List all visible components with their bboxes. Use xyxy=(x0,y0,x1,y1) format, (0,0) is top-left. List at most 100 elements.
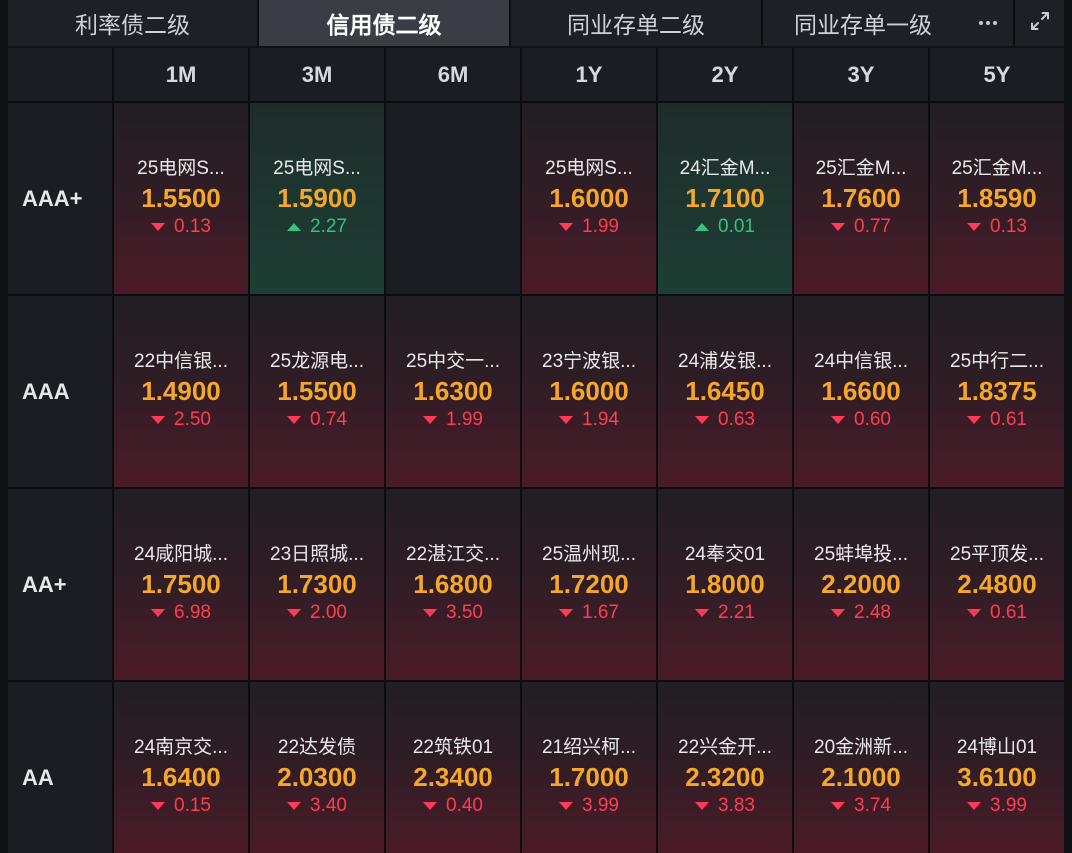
quote-cell[interactable]: 22兴金开... 2.3200 3.83 xyxy=(658,682,792,853)
down-triangle-icon xyxy=(967,802,981,810)
bond-yield: 1.8375 xyxy=(957,376,1037,406)
expand-button[interactable] xyxy=(1015,0,1064,46)
down-triangle-icon xyxy=(151,416,165,424)
bond-yield: 1.8000 xyxy=(685,569,765,599)
quote-cell[interactable]: 25汇金M... 1.7600 0.77 xyxy=(794,103,928,294)
down-triangle-icon xyxy=(423,609,437,617)
tab-label: 信用债二级 xyxy=(326,12,442,38)
tab-rate-bond-secondary[interactable]: 利率债二级 xyxy=(8,0,257,46)
bond-yield: 1.7500 xyxy=(141,569,221,599)
bond-yield: 2.0300 xyxy=(277,762,357,792)
bond-name: 24咸阳城... xyxy=(134,544,228,565)
bond-name: 24中信银... xyxy=(814,351,908,372)
rating-label: AA+ xyxy=(22,572,67,597)
bond-yield: 1.6000 xyxy=(549,376,629,406)
change-value: 3.74 xyxy=(854,795,891,816)
quote-cell[interactable]: 25平顶发... 2.4800 0.61 xyxy=(930,489,1064,680)
change-value: 3.83 xyxy=(718,795,755,816)
bond-yield: 3.6100 xyxy=(957,762,1037,792)
bond-yield: 1.6300 xyxy=(413,376,493,406)
quote-cell[interactable]: 25中交一... 1.6300 1.99 xyxy=(386,296,520,487)
change-value: 3.99 xyxy=(582,795,619,816)
bond-name: 23宁波银... xyxy=(542,351,636,372)
yield-change: 3.99 xyxy=(559,792,619,820)
bond-yield: 1.6800 xyxy=(413,569,493,599)
quote-cell[interactable]: 25汇金M... 1.8590 0.13 xyxy=(930,103,1064,294)
quote-cell[interactable]: 25龙源电... 1.5500 0.74 xyxy=(250,296,384,487)
bond-name: 25电网S... xyxy=(137,158,225,179)
quote-cell[interactable]: 24奉交01 1.8000 2.21 xyxy=(658,489,792,680)
bond-yield: 2.1000 xyxy=(821,762,901,792)
bond-yield: 1.6600 xyxy=(821,376,901,406)
quote-cell[interactable]: 25电网S... 1.5900 2.27 xyxy=(250,103,384,294)
down-triangle-icon xyxy=(967,609,981,617)
quote-cell[interactable]: 25电网S... 1.5500 0.13 xyxy=(114,103,248,294)
change-value: 1.99 xyxy=(446,409,483,430)
column-header-6m: 6M xyxy=(386,48,520,101)
down-triangle-icon xyxy=(423,802,437,810)
row-label-cell: AAA xyxy=(8,296,112,487)
down-triangle-icon xyxy=(151,802,165,810)
row-label-cell: AAA+ xyxy=(8,103,112,294)
up-triangle-icon xyxy=(287,223,301,231)
yield-change: 1.67 xyxy=(559,599,619,627)
empty-quote-cell xyxy=(386,103,520,294)
quote-cell[interactable]: 22达发债 2.0300 3.40 xyxy=(250,682,384,853)
rating-label: AAA+ xyxy=(22,186,83,211)
tab-ncd-primary[interactable]: 同业存单一级 xyxy=(763,0,1013,46)
bond-name: 22中信银... xyxy=(134,351,228,372)
change-value: 0.63 xyxy=(718,409,755,430)
yield-change: 3.74 xyxy=(831,792,891,820)
tab-label: 同业存单一级 xyxy=(794,12,932,38)
more-icon[interactable] xyxy=(963,0,1013,46)
change-value: 1.99 xyxy=(582,216,619,237)
yield-change: 2.21 xyxy=(695,599,755,627)
down-triangle-icon xyxy=(423,416,437,424)
bond-yield: 2.4800 xyxy=(957,569,1037,599)
bond-name: 22湛江交... xyxy=(406,544,500,565)
bond-name: 25温州现... xyxy=(542,544,636,565)
tab-ncd-secondary[interactable]: 同业存单二级 xyxy=(511,0,761,46)
change-value: 0.61 xyxy=(990,409,1027,430)
quote-cell[interactable]: 23宁波银... 1.6000 1.94 xyxy=(522,296,656,487)
bond-name: 23日照城... xyxy=(270,544,364,565)
quote-cell[interactable]: 20金洲新... 2.1000 3.74 xyxy=(794,682,928,853)
table-corner xyxy=(8,48,112,101)
bond-name: 24汇金M... xyxy=(679,158,771,179)
quote-cell[interactable]: 24中信银... 1.6600 0.60 xyxy=(794,296,928,487)
bond-name: 25汇金M... xyxy=(951,158,1043,179)
quote-cell[interactable]: 24汇金M... 1.7100 0.01 xyxy=(658,103,792,294)
quote-cell[interactable]: 25中行二... 1.8375 0.61 xyxy=(930,296,1064,487)
bond-name: 22兴金开... xyxy=(678,737,772,758)
quote-cell[interactable]: 24南京交... 1.6400 0.15 xyxy=(114,682,248,853)
yield-change: 3.83 xyxy=(695,792,755,820)
change-value: 3.99 xyxy=(990,795,1027,816)
quote-cell[interactable]: 24浦发银... 1.6450 0.63 xyxy=(658,296,792,487)
quote-cell[interactable]: 25温州现... 1.7200 1.67 xyxy=(522,489,656,680)
quote-cell[interactable]: 24咸阳城... 1.7500 6.98 xyxy=(114,489,248,680)
quote-cell[interactable]: 22中信银... 1.4900 2.50 xyxy=(114,296,248,487)
tab-label: 利率债二级 xyxy=(75,12,190,38)
change-value: 3.50 xyxy=(446,602,483,623)
bond-yield: 1.7200 xyxy=(549,569,629,599)
quote-cell[interactable]: 25电网S... 1.6000 1.99 xyxy=(522,103,656,294)
quote-cell[interactable]: 24博山01 3.6100 3.99 xyxy=(930,682,1064,853)
quote-cell[interactable]: 23日照城... 1.7300 2.00 xyxy=(250,489,384,680)
row-label-cell: AA+ xyxy=(8,489,112,680)
bond-yield: 1.6450 xyxy=(685,376,765,406)
up-triangle-icon xyxy=(695,223,709,231)
quote-cell[interactable]: 22筑铁01 2.3400 0.40 xyxy=(386,682,520,853)
tab-credit-bond-secondary[interactable]: 信用债二级 xyxy=(259,0,509,46)
yield-change: 3.50 xyxy=(423,599,483,627)
quote-cell[interactable]: 21绍兴柯... 1.7000 3.99 xyxy=(522,682,656,853)
bond-name: 25电网S... xyxy=(273,158,361,179)
yield-change: 0.01 xyxy=(695,213,755,241)
column-header-5y: 5Y xyxy=(930,48,1064,101)
quote-cell[interactable]: 22湛江交... 1.6800 3.50 xyxy=(386,489,520,680)
change-value: 1.67 xyxy=(582,602,619,623)
bond-name: 25平顶发... xyxy=(950,544,1044,565)
bond-yield: 2.3200 xyxy=(685,762,765,792)
bond-yield: 1.4900 xyxy=(141,376,221,406)
down-triangle-icon xyxy=(967,416,981,424)
quote-cell[interactable]: 25蚌埠投... 2.2000 2.48 xyxy=(794,489,928,680)
